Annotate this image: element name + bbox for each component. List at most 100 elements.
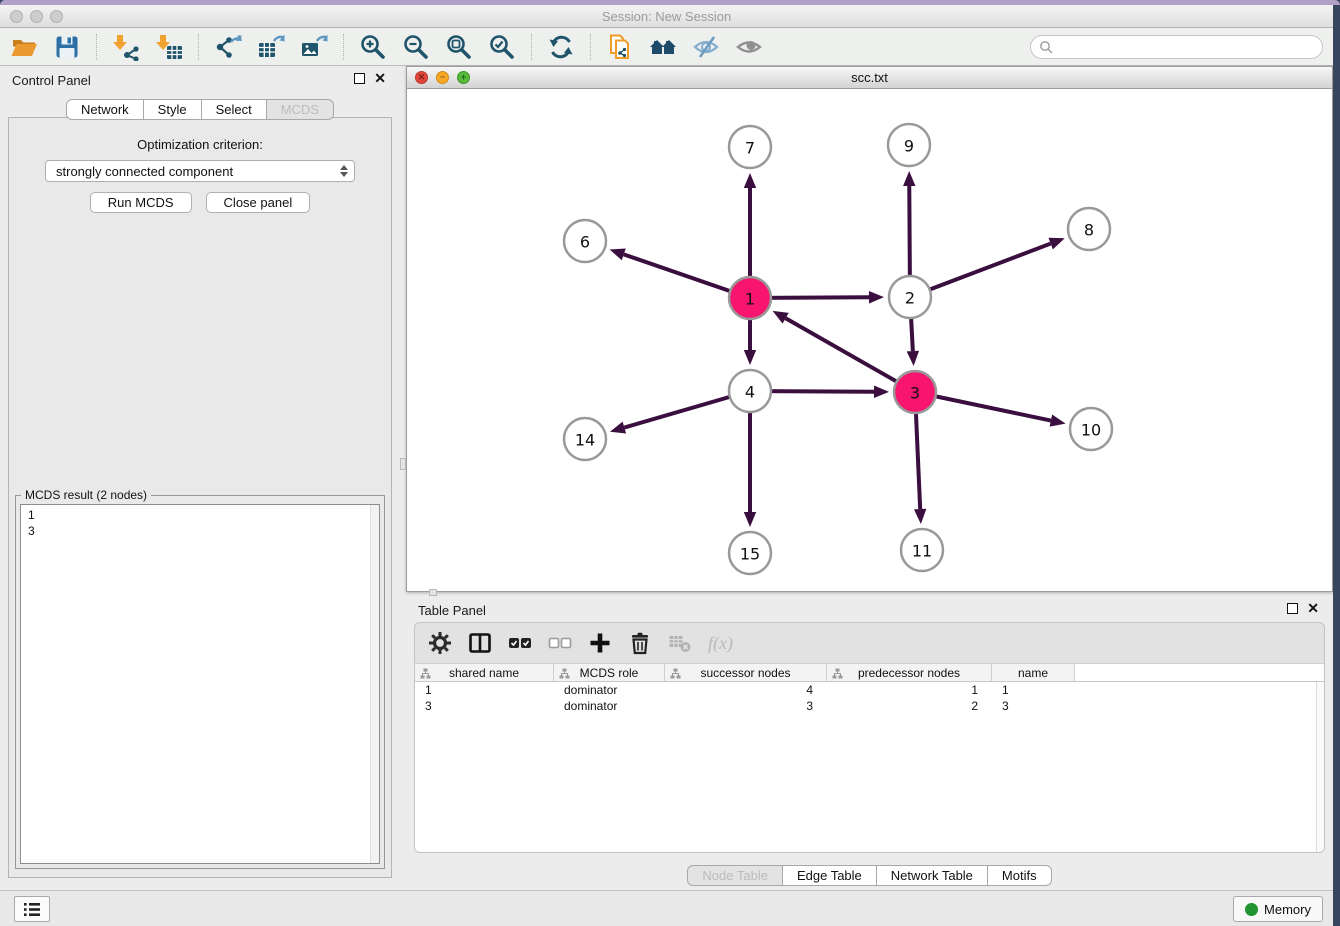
table-cell[interactable]: 3 xyxy=(415,698,554,714)
hide-selected-icon[interactable] xyxy=(692,33,720,61)
open-session-icon[interactable] xyxy=(10,33,38,61)
task-history-button[interactable] xyxy=(14,896,50,922)
tab-select[interactable]: Select xyxy=(201,99,267,120)
table-cell[interactable]: 2 xyxy=(827,698,992,714)
network-view-window: ✕ − + scc.txt 7 9 6 8 1 2 4 3 14 10 15 11 xyxy=(406,66,1333,592)
save-session-icon[interactable] xyxy=(53,33,81,61)
graph-node[interactable]: 8 xyxy=(1068,208,1110,250)
graph-node[interactable]: 9 xyxy=(888,124,930,166)
graph-edge-arrowhead xyxy=(907,351,919,366)
close-panel-button[interactable]: Close panel xyxy=(206,192,311,213)
table-panel-body: f(x) shared nameMCDS rolesuccessor nodes… xyxy=(414,622,1325,853)
table-cell[interactable]: dominator xyxy=(554,682,665,698)
select-all-checkboxes-icon[interactable] xyxy=(508,631,532,655)
graph-node[interactable]: 3 xyxy=(894,371,936,413)
graph-node[interactable]: 10 xyxy=(1070,408,1112,450)
window-titlebar[interactable]: Session: New Session xyxy=(0,5,1333,28)
split-columns-icon[interactable] xyxy=(468,631,492,655)
network-window-titlebar[interactable]: ✕ − + scc.txt xyxy=(407,67,1332,89)
column-header[interactable]: name xyxy=(992,664,1075,681)
network-canvas[interactable]: 7 9 6 8 1 2 4 3 14 10 15 11 xyxy=(407,89,1332,591)
delete-table-icon[interactable] xyxy=(668,631,692,655)
home-icon[interactable] xyxy=(649,33,677,61)
export-table-icon[interactable] xyxy=(257,33,285,61)
table-cell[interactable]: 3 xyxy=(992,698,1075,714)
graph-node[interactable]: 4 xyxy=(729,370,771,412)
import-network-icon[interactable] xyxy=(112,33,140,61)
toolbar-separator xyxy=(343,34,344,60)
graph-node[interactable]: 11 xyxy=(901,529,943,571)
splitter-grip[interactable] xyxy=(429,589,437,596)
close-panel-icon[interactable]: ✕ xyxy=(374,73,386,84)
node-table-body: 1dominator4113dominator323 xyxy=(415,682,1324,714)
graph-edge-arrowhead xyxy=(744,512,756,527)
memory-status-icon xyxy=(1245,903,1258,916)
table-cell[interactable]: 1 xyxy=(827,682,992,698)
graph-node[interactable]: 6 xyxy=(564,220,606,262)
export-image-icon[interactable] xyxy=(300,33,328,61)
tab-motifs[interactable]: Motifs xyxy=(987,865,1052,886)
tab-edge-table[interactable]: Edge Table xyxy=(782,865,877,886)
tab-mcds[interactable]: MCDS xyxy=(266,99,334,120)
float-panel-icon[interactable] xyxy=(354,73,365,84)
table-scrollbar[interactable] xyxy=(1316,682,1324,852)
deselect-all-checkboxes-icon[interactable] xyxy=(548,631,572,655)
column-header[interactable]: successor nodes xyxy=(665,664,827,681)
zoom-selected-icon[interactable] xyxy=(488,33,516,61)
mcds-result-title: MCDS result (2 nodes) xyxy=(21,488,151,502)
table-row[interactable]: 3dominator323 xyxy=(415,698,1324,714)
graph-node[interactable]: 14 xyxy=(564,418,606,460)
clone-network-icon[interactable] xyxy=(606,33,634,61)
zoom-out-icon[interactable] xyxy=(402,33,430,61)
column-header[interactable]: MCDS role xyxy=(554,664,665,681)
graph-node[interactable]: 7 xyxy=(729,126,771,168)
tab-network-table[interactable]: Network Table xyxy=(876,865,988,886)
export-network-icon[interactable] xyxy=(214,33,242,61)
graph-edge-arrowhead xyxy=(744,350,756,365)
search-field[interactable] xyxy=(1030,35,1323,59)
function-builder-icon[interactable]: f(x) xyxy=(708,633,733,654)
graph-node[interactable]: 15 xyxy=(729,532,771,574)
gear-icon[interactable] xyxy=(428,631,452,655)
import-table-icon[interactable] xyxy=(155,33,183,61)
zoom-fit-icon[interactable] xyxy=(445,33,473,61)
run-mcds-button[interactable]: Run MCDS xyxy=(90,192,192,213)
mcds-result-line: 3 xyxy=(28,523,372,539)
refresh-icon[interactable] xyxy=(547,33,575,61)
tab-style[interactable]: Style xyxy=(143,99,202,120)
result-scrollbar[interactable] xyxy=(370,505,379,863)
add-column-icon[interactable] xyxy=(588,631,612,655)
graph-edge[interactable] xyxy=(786,318,915,392)
table-row[interactable]: 1dominator411 xyxy=(415,682,1324,698)
table-cell[interactable]: dominator xyxy=(554,698,665,714)
splitter-grip[interactable] xyxy=(400,458,406,470)
toolbar-separator xyxy=(96,34,97,60)
column-header[interactable]: shared name xyxy=(415,664,554,681)
tab-network[interactable]: Network xyxy=(66,99,144,120)
float-panel-icon[interactable] xyxy=(1287,603,1298,614)
table-cell[interactable]: 4 xyxy=(665,682,827,698)
graph-edge[interactable] xyxy=(910,244,1051,297)
list-icon xyxy=(23,902,41,917)
search-input[interactable] xyxy=(1058,39,1314,54)
table-cell[interactable]: 1 xyxy=(415,682,554,698)
column-header[interactable]: predecessor nodes xyxy=(827,664,992,681)
criterion-dropdown[interactable]: strongly connected component xyxy=(45,160,355,182)
graph-node[interactable]: 2 xyxy=(889,276,931,318)
table-cell[interactable]: 1 xyxy=(992,682,1075,698)
graph-node-label: 14 xyxy=(575,431,595,450)
show-all-icon[interactable] xyxy=(735,33,763,61)
graph-node-label: 8 xyxy=(1084,221,1094,240)
table-cell[interactable]: 3 xyxy=(665,698,827,714)
zoom-in-icon[interactable] xyxy=(359,33,387,61)
graph-edge-arrowhead xyxy=(874,386,889,398)
graph-node-label: 10 xyxy=(1081,421,1101,440)
tab-node-table[interactable]: Node Table xyxy=(687,865,783,886)
graph-node[interactable]: 1 xyxy=(729,277,771,319)
table-toolbar: f(x) xyxy=(415,623,1324,663)
mcds-result-area[interactable]: 13 xyxy=(20,504,380,864)
graph-edge-arrowhead xyxy=(1050,414,1066,426)
close-panel-icon[interactable]: ✕ xyxy=(1307,603,1319,614)
delete-column-icon[interactable] xyxy=(628,631,652,655)
memory-button[interactable]: Memory xyxy=(1233,896,1323,922)
